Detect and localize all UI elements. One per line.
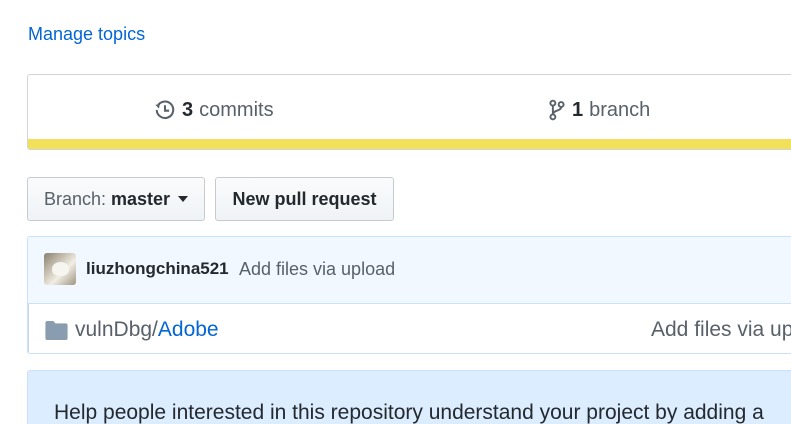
commits-stat[interactable]: 3 commits — [154, 96, 274, 124]
new-pull-request-button[interactable]: New pull request — [215, 177, 394, 221]
commits-label: commits — [199, 98, 274, 121]
path-prefix: vulnDbg/ — [75, 318, 158, 341]
manage-topics-link[interactable]: Manage topics — [28, 24, 145, 45]
git-branch-icon — [549, 99, 565, 121]
readme-prompt: Help people interested in this repositor… — [27, 370, 791, 424]
caret-down-icon — [178, 196, 189, 202]
file-commit-message-link[interactable]: Add files via up — [651, 318, 791, 342]
branch-prefix: Branch: — [43, 188, 106, 209]
language-bar[interactable] — [28, 139, 791, 149]
history-icon — [155, 100, 175, 119]
branch-count: 1 — [572, 98, 584, 121]
commit-author-link[interactable]: liuzhongchina521 — [86, 259, 229, 279]
file-navigation: liuzhongchina521 Add files via upload vu… — [27, 236, 791, 354]
commit-message-link[interactable]: Add files via upload — [239, 259, 395, 280]
folder-link-adobe[interactable]: Adobe — [158, 318, 219, 341]
file-path: vulnDbg/Adobe — [75, 318, 219, 342]
commit-tease: liuzhongchina521 Add files via upload — [28, 237, 791, 304]
repo-summary: 3 commits 1 branch — [27, 74, 791, 150]
commits-count: 3 — [182, 98, 194, 121]
branch-select-button[interactable]: Branch: master — [27, 177, 205, 221]
avatar[interactable] — [44, 253, 76, 285]
branch-name: master — [111, 188, 171, 209]
file-row: vulnDbg/Adobe Add files via up — [28, 304, 791, 353]
readme-prompt-text: Help people interested in this repositor… — [54, 401, 764, 424]
repo-page: Manage topics 3 commits 1 branch Branch: — [0, 0, 791, 424]
branch-stat[interactable]: 1 branch — [548, 96, 650, 124]
folder-icon — [45, 321, 68, 340]
branch-label: branch — [589, 98, 651, 121]
